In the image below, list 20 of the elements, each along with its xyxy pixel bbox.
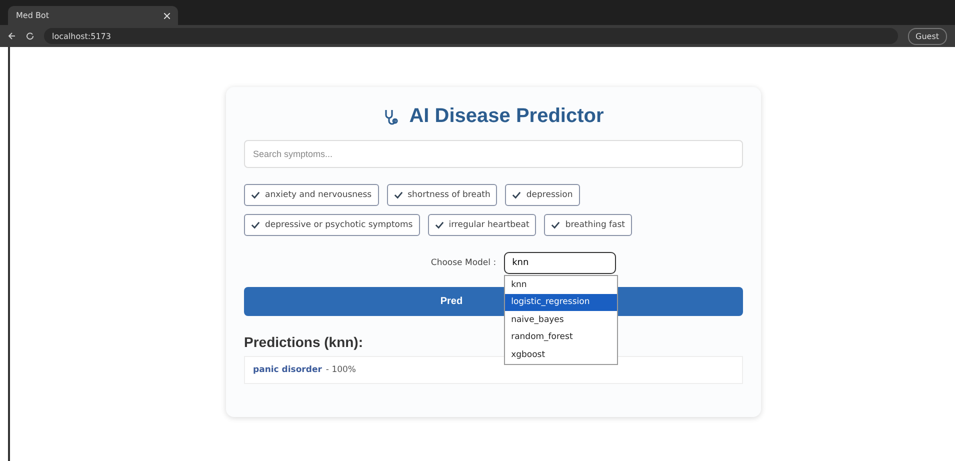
symptom-chip[interactable]: shortness of breath [386,184,498,206]
symptom-chip[interactable]: anxiety and nervousness [244,184,379,206]
profile-button[interactable]: Guest [908,28,947,44]
symptom-chip[interactable]: irregular heartbeat [428,214,536,236]
prediction-score: - 100% [326,365,356,375]
address-bar[interactable]: localhost:5173 [44,28,898,44]
symptom-chip[interactable]: depression [505,184,580,206]
symptom-chip[interactable]: breathing fast [544,214,632,236]
reload-icon[interactable] [26,32,34,40]
app-title: AI Disease Predictor [244,105,743,128]
model-label: Choose Model : [430,258,496,268]
symptom-chip[interactable]: depressive or psychotic symptoms [244,214,420,236]
model-select[interactable]: knn [504,252,616,274]
browser-tab[interactable]: Med Bot [8,6,178,25]
predictions-heading: Predictions (knn): [244,334,364,350]
close-icon[interactable] [164,12,170,18]
disease-name: panic disorder [253,365,322,375]
search-field[interactable]: Search symptoms... [244,140,743,168]
dropdown-option[interactable]: logistic_regression [505,294,618,311]
back-icon[interactable] [8,32,16,40]
